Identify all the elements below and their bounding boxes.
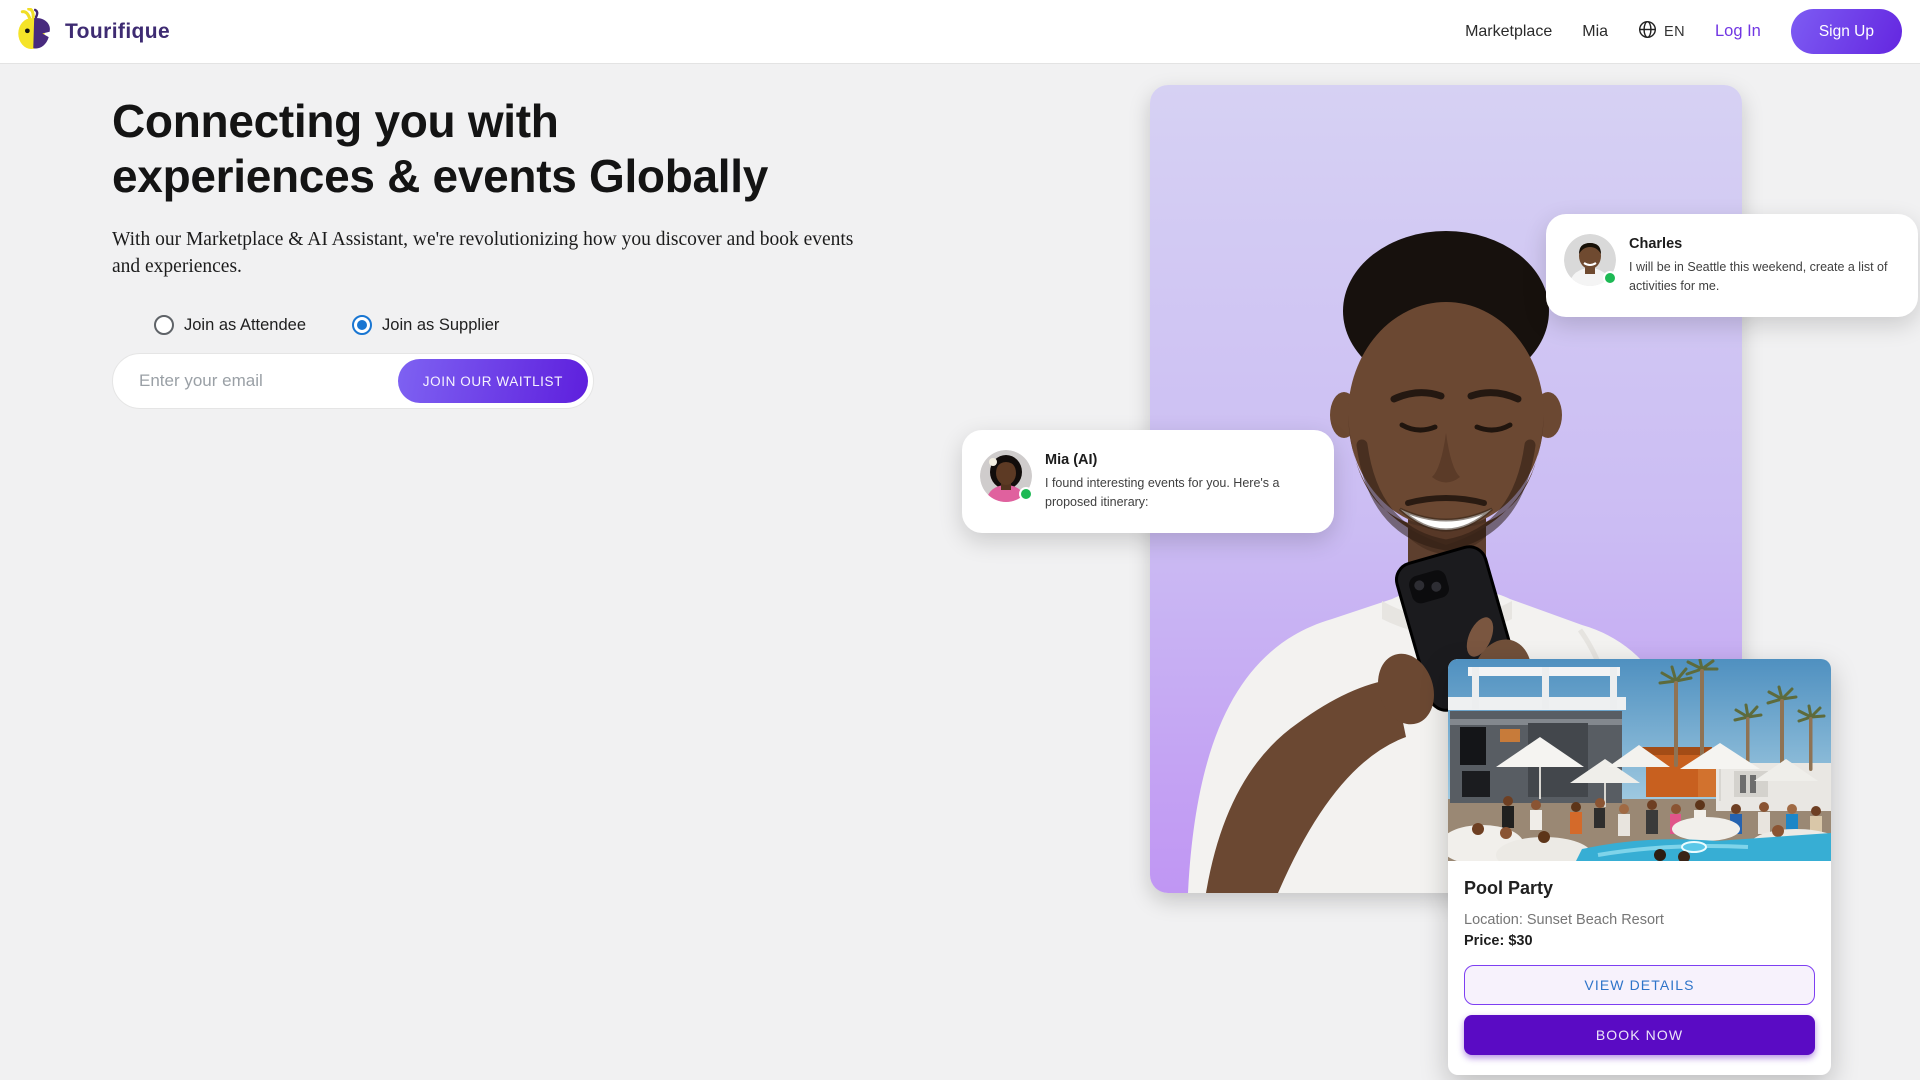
landing-page: Tourifique Marketplace Mia EN Log In Sig…	[0, 0, 1920, 1080]
globe-icon	[1638, 20, 1657, 44]
radio-option-attendee[interactable]: Join as Attendee	[154, 315, 306, 335]
hero-subtitle: With our Marketplace & AI Assistant, we'…	[112, 227, 860, 281]
waitlist-form: JOIN OUR WAITLIST	[112, 353, 594, 409]
online-status-dot	[1603, 271, 1617, 285]
language-code: EN	[1664, 24, 1685, 40]
chat-content: Charles I will be in Seattle this weeken…	[1629, 234, 1901, 297]
top-navbar: Tourifique Marketplace Mia EN Log In Sig…	[0, 0, 1920, 64]
avatar-mia	[980, 450, 1032, 502]
chat-message: I found interesting events for you. Here…	[1045, 474, 1317, 513]
radio-unselected-icon[interactable]	[154, 315, 174, 335]
radio-attendee-label: Join as Attendee	[184, 316, 306, 335]
chat-bubble-mia: Mia (AI) I found interesting events for …	[962, 430, 1334, 533]
radio-selected-icon[interactable]	[352, 315, 372, 335]
login-link[interactable]: Log In	[1715, 22, 1761, 41]
chat-message: I will be in Seattle this weekend, creat…	[1629, 258, 1901, 297]
view-details-button[interactable]: VIEW DETAILS	[1464, 965, 1815, 1005]
avatar-charles	[1564, 234, 1616, 286]
event-card-pool-party: Pool Party Location: Sunset Beach Resort…	[1448, 659, 1831, 1075]
chat-bubble-charles: Charles I will be in Seattle this weeken…	[1546, 214, 1918, 317]
bird-logo-icon	[16, 8, 56, 55]
nav-item-marketplace[interactable]: Marketplace	[1465, 23, 1552, 41]
event-location: Location: Sunset Beach Resort	[1464, 912, 1815, 928]
hero-title-line1: Connecting you with	[112, 94, 902, 149]
hero-title: Connecting you with experiences & events…	[112, 94, 902, 203]
brand-logo[interactable]: Tourifique	[16, 8, 170, 55]
nav-item-mia[interactable]: Mia	[1582, 23, 1608, 41]
email-input[interactable]	[113, 354, 423, 408]
event-price: Price: $30	[1464, 933, 1815, 949]
chat-content: Mia (AI) I found interesting events for …	[1045, 450, 1317, 513]
chat-sender-name: Charles	[1629, 236, 1901, 252]
hero-title-line2: experiences & events Globally	[112, 149, 902, 204]
chat-sender-name: Mia (AI)	[1045, 452, 1317, 468]
online-status-dot	[1019, 487, 1033, 501]
book-now-button[interactable]: BOOK NOW	[1464, 1015, 1815, 1055]
hero-section: Connecting you with experiences & events…	[112, 94, 902, 409]
join-role-radio-group: Join as Attendee Join as Supplier	[154, 315, 902, 335]
signup-button[interactable]: Sign Up	[1791, 9, 1902, 54]
join-waitlist-button[interactable]: JOIN OUR WAITLIST	[398, 359, 588, 403]
radio-option-supplier[interactable]: Join as Supplier	[352, 315, 499, 335]
event-card-body: Pool Party Location: Sunset Beach Resort…	[1448, 861, 1831, 1075]
pool-party-photo	[1448, 659, 1831, 861]
event-title: Pool Party	[1464, 878, 1815, 899]
brand-name: Tourifique	[65, 20, 170, 44]
radio-supplier-label: Join as Supplier	[382, 316, 499, 335]
language-selector[interactable]: EN	[1638, 20, 1685, 44]
nav-links: Marketplace Mia EN Log In Sign Up	[1465, 9, 1904, 54]
